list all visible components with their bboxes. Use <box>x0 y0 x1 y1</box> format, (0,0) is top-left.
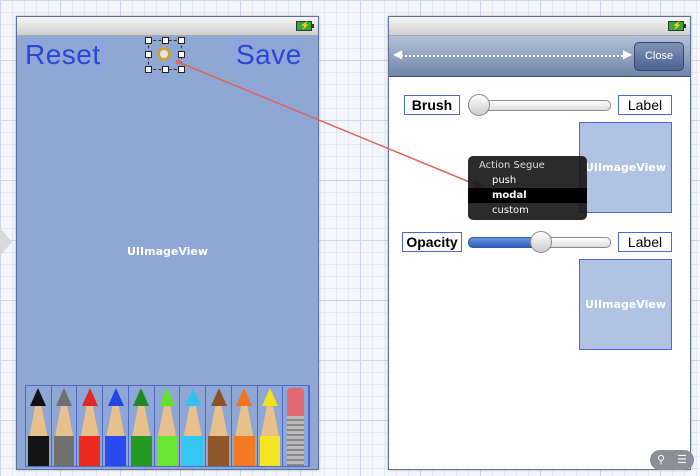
menu-item-push[interactable]: push <box>468 173 587 188</box>
zoom-icon[interactable]: ⚲ <box>657 453 665 467</box>
connection-line <box>177 61 485 189</box>
action-segue-menu: Action Segue push modal custom <box>468 156 587 220</box>
connection-origin-dot <box>175 59 181 65</box>
segue-connection-line <box>175 59 487 190</box>
zoom-controls[interactable]: ⚲ ☰ <box>650 450 694 470</box>
menu-icon[interactable]: ☰ <box>677 453 687 467</box>
menu-item-custom[interactable]: custom <box>468 203 587 218</box>
menu-title: Action Segue <box>479 160 545 171</box>
menu-item-modal[interactable]: modal <box>468 188 587 203</box>
